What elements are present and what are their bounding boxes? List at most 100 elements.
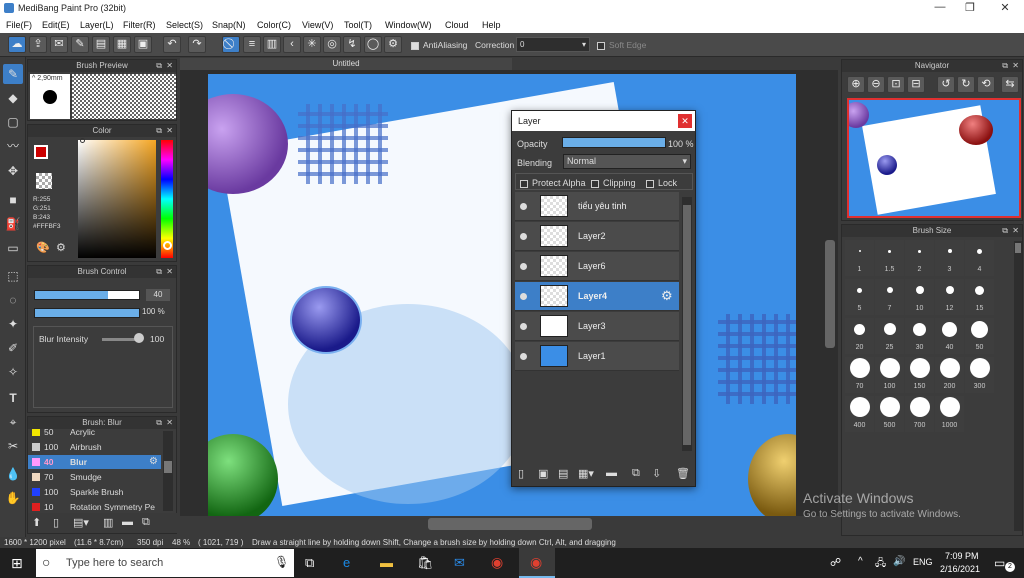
eye-icon[interactable] [520, 203, 527, 210]
brush-size-cell[interactable]: 50 [965, 318, 994, 354]
menu-snap[interactable]: Snap(N) [212, 20, 246, 30]
scroll-thumb[interactable] [683, 205, 691, 445]
folder-icon[interactable]: ▬ [122, 516, 133, 528]
blur-intensity-handle[interactable] [134, 333, 144, 343]
gradient-tool-icon[interactable]: ▭ [3, 238, 23, 258]
divide-tool-icon[interactable]: ✂ [3, 436, 23, 456]
fill-rect-icon[interactable]: ■ [3, 190, 23, 210]
eye-icon[interactable] [520, 293, 527, 300]
concentric-snap-icon[interactable]: ◎ [323, 36, 341, 53]
undock-icon[interactable]: ⧉ [156, 417, 162, 429]
eye-icon[interactable] [520, 263, 527, 270]
undock-icon[interactable]: ⧉ [1002, 60, 1008, 72]
list-item[interactable]: 70 Smudge [28, 470, 161, 484]
layer-row[interactable]: Layer3 [515, 312, 679, 341]
magic-wand-icon[interactable]: ✦ [3, 314, 23, 334]
brush-size-cell[interactable]: 200 [935, 357, 964, 393]
duplicate-icon[interactable]: ⧉ [142, 516, 150, 529]
primary-color-swatch[interactable] [34, 145, 48, 159]
list-item-selected[interactable]: 40 Blur ⚙ [28, 455, 161, 469]
brush-size-cell[interactable]: 1000 [935, 396, 964, 432]
list-item[interactable]: 50 Acrylic [28, 429, 161, 439]
maximize-icon[interactable]: ❐ [955, 1, 985, 16]
minimize-icon[interactable]: — [925, 1, 955, 16]
menu-file[interactable]: File(F) [6, 20, 32, 30]
gear-icon[interactable]: ⚙ [661, 288, 673, 304]
list-item[interactable]: 100 Airbrush [28, 440, 161, 454]
color-picker-handle[interactable] [80, 138, 85, 143]
new-halftone-layer-icon[interactable]: ▤ [558, 467, 568, 480]
cloud-icon[interactable]: ☁ [8, 36, 26, 53]
brush-opacity-slider[interactable] [34, 308, 140, 318]
radial-snap-icon[interactable]: ✳ [303, 36, 321, 53]
task-view-icon[interactable]: ⧉ [305, 555, 314, 571]
export-icon[interactable]: ⇪ [29, 36, 47, 53]
lasso-tool-icon[interactable]: ◌ [3, 290, 23, 310]
cross-snap-icon[interactable]: ▥ [263, 36, 281, 53]
duplicate-layer-icon[interactable]: ⧉ [632, 467, 640, 480]
store-icon[interactable]: 🛍 [417, 555, 434, 571]
scroll-thumb[interactable] [164, 461, 172, 473]
select-eraser-icon[interactable]: ✧ [3, 362, 23, 382]
brush-tool-icon[interactable]: ✎ [3, 64, 23, 84]
language-indicator[interactable]: ENG [913, 557, 933, 567]
protect-alpha-checkbox[interactable] [520, 178, 528, 188]
brush-size-cell[interactable]: 500 [875, 396, 904, 432]
close-panel-icon[interactable]: ✕ [166, 417, 173, 429]
color-saturation-field[interactable] [78, 140, 156, 258]
hand-tool-icon[interactable]: ✋ [3, 488, 23, 508]
artwork-canvas[interactable] [208, 74, 796, 516]
search-box[interactable]: ○ Type here to search 🎙 [36, 549, 294, 577]
correction-select[interactable]: 0 ▾ [516, 37, 590, 52]
blending-select[interactable]: Normal ▾ [563, 154, 691, 169]
brush-size-cell[interactable]: 10 [905, 279, 934, 315]
brush-size-cell[interactable]: 400 [845, 396, 874, 432]
brush-settings-icon[interactable]: ▥ [103, 516, 113, 529]
layer-row[interactable]: tiểu yêu tinh [515, 192, 679, 221]
zoom-in-icon[interactable]: ⊕ [847, 76, 865, 93]
chat-icon[interactable]: ✉ [50, 36, 68, 53]
rotate-reset-icon[interactable]: ⟲ [977, 76, 995, 93]
eraser-tool-icon[interactable]: ◆ [3, 88, 23, 108]
file-explorer-icon[interactable]: ▬ [380, 555, 393, 570]
ellipse-snap-icon[interactable]: ◯ [364, 36, 382, 53]
brush-size-scrollbar[interactable] [1014, 241, 1022, 531]
brush-size-cell[interactable]: 5 [845, 279, 874, 315]
eye-icon[interactable] [520, 233, 527, 240]
brush-size-slider[interactable] [34, 290, 140, 300]
palette-icon[interactable]: 🎨 [36, 241, 50, 254]
close-panel-icon[interactable]: ✕ [166, 60, 173, 72]
parallel-snap-icon[interactable]: ≡ [243, 36, 261, 53]
menu-view[interactable]: View(V) [302, 20, 333, 30]
antialiasing-checkbox[interactable] [411, 40, 419, 50]
snap-off-icon[interactable]: ⃠ [222, 36, 240, 53]
eye-icon[interactable] [520, 323, 527, 330]
cloud-brush-icon[interactable]: ⬆ [32, 516, 41, 529]
transparent-swatch[interactable] [36, 173, 52, 189]
chrome-icon[interactable]: ◉ [491, 554, 503, 571]
brush-size-cell[interactable]: 150 [905, 357, 934, 393]
menu-layer[interactable]: Layer(L) [80, 20, 114, 30]
menu-cloud[interactable]: Cloud [445, 20, 469, 30]
flip-icon[interactable]: ⇆ [1001, 76, 1019, 93]
brush-size-cell[interactable]: 20 [845, 318, 874, 354]
operation-tool-icon[interactable]: ⌖ [3, 412, 23, 432]
comment-icon[interactable]: ✎ [71, 36, 89, 53]
medibang-taskbar-button[interactable]: ◉ [519, 548, 555, 578]
layer-row-selected[interactable]: Layer4 ⚙ [515, 282, 679, 311]
microphone-icon[interactable]: 🎙 [274, 555, 289, 569]
menu-filter[interactable]: Filter(R) [123, 20, 156, 30]
folder-icon[interactable]: ▬ [606, 467, 617, 479]
new-color-layer-icon[interactable]: ▣ [538, 467, 548, 480]
brush-size-cell[interactable]: 12 [935, 279, 964, 315]
canvas-hscroll-thumb[interactable] [428, 518, 592, 530]
brush-size-cell[interactable]: 3 [935, 240, 964, 276]
people-icon[interactable]: ☍ [830, 556, 841, 569]
menu-tool[interactable]: Tool(T) [344, 20, 372, 30]
brush-size-value[interactable]: 40 [146, 289, 170, 301]
canvas-vscroll-thumb[interactable] [825, 240, 835, 348]
eyedropper-tool-icon[interactable]: 💧 [3, 464, 23, 484]
layer-row[interactable]: Layer6 [515, 252, 679, 281]
brush-size-cell[interactable]: 70 [845, 357, 874, 393]
navigator-preview[interactable] [847, 98, 1021, 218]
